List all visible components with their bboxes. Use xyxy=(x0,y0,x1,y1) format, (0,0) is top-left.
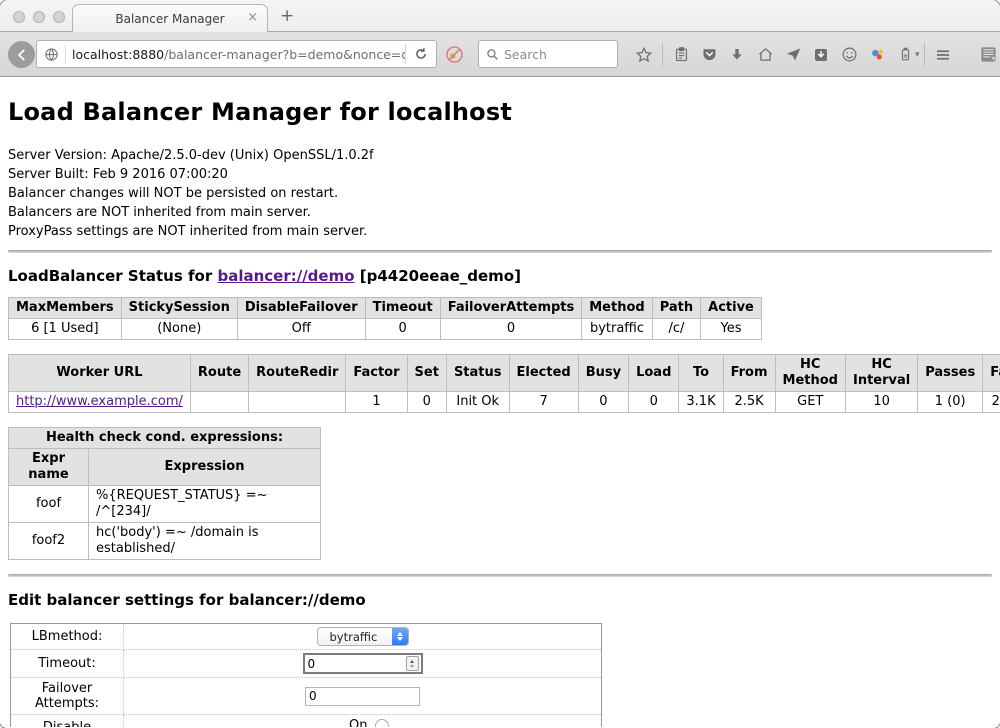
menu-hamburger-icon[interactable] xyxy=(929,41,957,69)
send-plane-icon[interactable] xyxy=(779,41,807,69)
new-tab-button[interactable]: + xyxy=(280,8,294,24)
table-header-row: Worker URL Route RouteRedir Factor Set S… xyxy=(9,355,1000,392)
radio-on-label: On xyxy=(349,718,367,727)
server-built-line: Server Built: Feb 9 2016 07:00:20 xyxy=(8,165,992,184)
worker-status-table: Worker URL Route RouteRedir Factor Set S… xyxy=(8,354,1000,413)
table-row: foof %{REQUEST_STATUS} =~ /^[234]/ xyxy=(9,486,321,523)
save-square-icon[interactable] xyxy=(807,41,835,69)
content-blocked-icon[interactable] xyxy=(445,45,464,64)
table-title-row: Health check cond. expressions: xyxy=(9,428,321,449)
lbmethod-row: LBmethod: bytraffic xyxy=(11,624,602,650)
tab-title: Balancer Manager xyxy=(115,12,224,26)
timeout-input[interactable] xyxy=(305,657,405,671)
table-row: foof2 hc('body') =~ /domain is establish… xyxy=(9,523,321,560)
disable-failover-label: Disable Failover: xyxy=(11,715,124,728)
proxypass-note-line: ProxyPass settings are NOT inherited fro… xyxy=(8,222,992,241)
timeout-input-wrap xyxy=(303,653,423,674)
smiley-icon[interactable] xyxy=(835,41,863,69)
download-icon[interactable] xyxy=(723,41,751,69)
browser-window: Balancer Manager × + localhost:8880/bala… xyxy=(0,0,1000,728)
minimize-window-button[interactable] xyxy=(33,11,45,23)
server-version-line: Server Version: Apache/2.5.0-dev (Unix) … xyxy=(8,146,992,165)
navigation-toolbar: localhost:8880/balancer-manager?b=demo&n… xyxy=(0,32,1000,77)
window-controls[interactable] xyxy=(13,11,65,23)
toolbar-divider xyxy=(662,43,663,67)
lbmethod-selected-value: bytraffic xyxy=(330,630,386,644)
url-bar[interactable]: localhost:8880/balancer-manager?b=demo&n… xyxy=(36,40,437,68)
disable-failover-row: Disable Failover: On Off xyxy=(11,715,602,728)
table-row: 6 [1 Used] (None) Off 0 0 bytraffic /c/ … xyxy=(9,319,762,340)
url-text[interactable]: localhost:8880/balancer-manager?b=demo&n… xyxy=(72,47,405,62)
toolbar-icons: ▾ xyxy=(630,32,1000,77)
bookmarks-clipboard-icon[interactable] xyxy=(667,41,695,69)
server-info: Server Version: Apache/2.5.0-dev (Unix) … xyxy=(8,146,992,241)
search-placeholder: Search xyxy=(504,47,547,62)
extension-grid-icon[interactable] xyxy=(975,41,1000,69)
tab-close-icon[interactable]: × xyxy=(247,11,258,25)
lbmethod-label: LBmethod: xyxy=(11,624,124,650)
loadbalancer-status-heading: LoadBalancer Status for balancer://demo … xyxy=(8,267,992,285)
inherit-note-line: Balancers are NOT inherited from main se… xyxy=(8,203,992,222)
timeout-row: Timeout: xyxy=(11,650,602,678)
table-row: http://www.example.com/ 1 0 Init Ok 7 0 … xyxy=(9,392,1000,413)
search-bar[interactable]: Search xyxy=(478,40,618,68)
page-content: Load Balancer Manager for localhost Serv… xyxy=(0,77,1000,727)
table-header-row: Expr name Expression xyxy=(9,449,321,486)
worker-url-link[interactable]: http://www.example.com/ xyxy=(16,394,183,409)
failover-attempts-input[interactable] xyxy=(305,687,420,706)
failover-attempts-row: Failover Attempts: xyxy=(11,678,602,715)
persist-note-line: Balancer changes will NOT be persisted o… xyxy=(8,184,992,203)
table-header-row: MaxMembers StickySession DisableFailover… xyxy=(9,298,762,319)
page-title: Load Balancer Manager for localhost xyxy=(8,77,992,126)
pocket-icon[interactable] xyxy=(695,41,723,69)
number-spinner-icon[interactable] xyxy=(406,656,419,671)
bookmark-star-icon[interactable] xyxy=(630,41,658,69)
chevron-down-icon[interactable]: ▾ xyxy=(915,50,920,60)
select-stepper-icon xyxy=(392,628,408,645)
back-arrow-icon xyxy=(15,48,29,62)
toolbar-divider xyxy=(924,43,925,67)
reload-button[interactable] xyxy=(406,47,436,61)
failover-attempts-label: Failover Attempts: xyxy=(11,678,124,715)
back-button[interactable] xyxy=(8,41,35,68)
edit-balancer-heading: Edit balancer settings for balancer://de… xyxy=(8,591,992,609)
health-check-table: Health check cond. expressions: Expr nam… xyxy=(8,427,321,560)
balancer-settings-form: LBmethod: bytraffic Timeout: xyxy=(10,623,602,727)
zoom-window-button[interactable] xyxy=(53,11,65,23)
close-window-button[interactable] xyxy=(13,11,25,23)
globe-icon xyxy=(37,47,65,62)
home-icon[interactable] xyxy=(751,41,779,69)
disable-failover-on-radio[interactable] xyxy=(375,719,389,728)
search-icon xyxy=(486,48,499,61)
balancer-status-table: MaxMembers StickySession DisableFailover… xyxy=(8,297,762,340)
url-divider xyxy=(65,45,66,63)
balancer-demo-link[interactable]: balancer://demo xyxy=(217,267,354,285)
section-divider xyxy=(8,574,992,577)
tab-balancer-manager[interactable]: Balancer Manager × xyxy=(72,4,268,32)
section-divider xyxy=(8,250,992,253)
lbmethod-select[interactable]: bytraffic xyxy=(317,627,409,646)
title-bar: Balancer Manager × + xyxy=(0,0,1000,32)
color-dots-extension-icon[interactable] xyxy=(863,41,891,69)
timeout-label: Timeout: xyxy=(11,650,124,678)
